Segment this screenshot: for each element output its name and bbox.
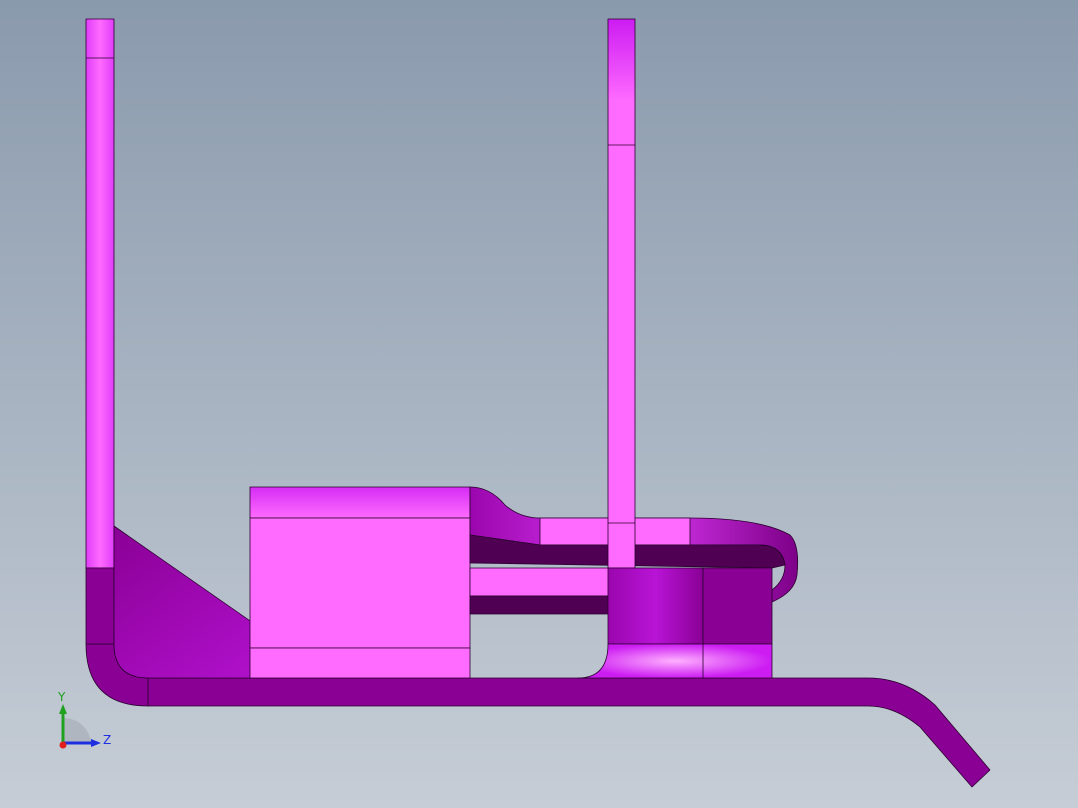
z-axis-label: Z: [103, 733, 111, 747]
lower-strip-face[interactable]: [469, 567, 611, 597]
block-top-face[interactable]: [249, 486, 471, 519]
y-axis-label: Y: [57, 690, 66, 704]
left-wall-lower-segment[interactable]: [85, 567, 115, 645]
left-vertical-wall[interactable]: [85, 18, 115, 569]
right-vertical-wall[interactable]: [607, 18, 636, 569]
x-axis-dot: [59, 741, 67, 749]
block-front-face[interactable]: [249, 517, 471, 649]
sheet-metal-part-drawing: Y Z: [0, 0, 1078, 808]
right-block-left-face[interactable]: [607, 567, 704, 645]
block-bottom-band[interactable]: [249, 647, 471, 679]
graphics-viewport[interactable]: Y Z: [0, 0, 1078, 808]
right-block-right-face[interactable]: [702, 567, 773, 645]
lower-strip-underside[interactable]: [469, 595, 611, 615]
